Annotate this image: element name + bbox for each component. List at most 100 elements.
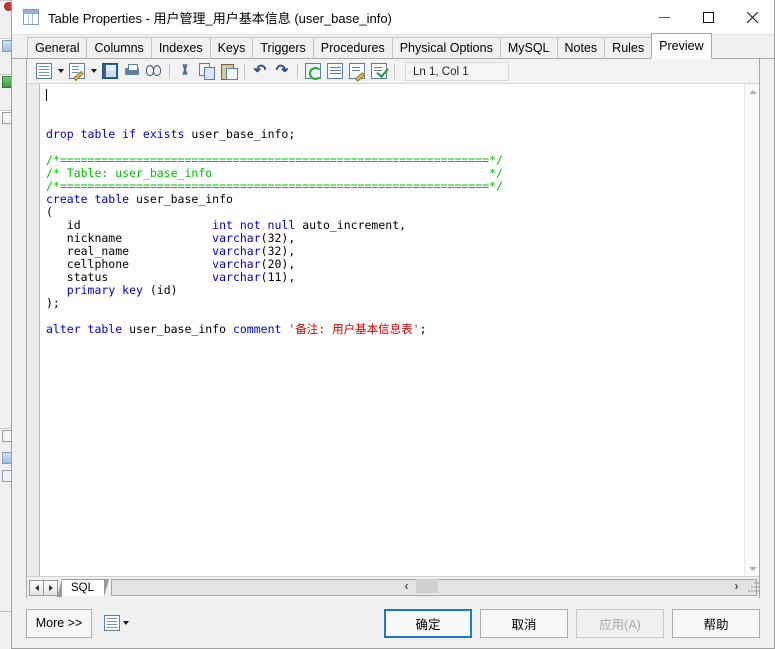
vertical-scrollbar[interactable]	[744, 84, 759, 576]
horizontal-scroll-thumb[interactable]	[416, 579, 438, 593]
sheet-tab-sql[interactable]: SQL	[56, 579, 110, 597]
undo-button[interactable]: ↶	[249, 61, 271, 82]
validate-button[interactable]	[368, 61, 390, 82]
nav-prev-icon	[34, 584, 39, 591]
script-menu-dropdown[interactable]	[120, 613, 131, 634]
code-token: );	[46, 296, 60, 310]
code-token: (20),	[260, 257, 296, 271]
code-line: create table user_base_info	[46, 193, 759, 206]
scroll-down-button[interactable]	[745, 561, 760, 576]
window-title: Table Properties - 用户管理_用户基本信息 (user_bas…	[48, 10, 392, 26]
code-token: ;	[419, 322, 427, 336]
cancel-button[interactable]: 取消	[480, 608, 568, 638]
code-token: status	[46, 270, 213, 284]
sql-editor[interactable]: drop table if exists user_base_info; /*=…	[27, 84, 759, 576]
redo-icon: ↷	[275, 62, 289, 79]
code-line: alter table user_base_info comment '备注: …	[46, 323, 759, 336]
open-document-dropdown[interactable]	[88, 61, 99, 82]
code-token: drop table if exists	[46, 127, 185, 141]
help-button[interactable]: 帮助	[672, 608, 760, 638]
code-token: (id)	[142, 283, 178, 297]
document-edit-icon	[69, 63, 85, 79]
print-icon	[124, 63, 140, 79]
title-bar: Table Properties - 用户管理_用户基本信息 (user_bas…	[12, 0, 774, 35]
scroll-right-icon: ›	[734, 579, 739, 593]
copy-button[interactable]	[196, 61, 218, 82]
cursor-position-indicator: Ln 1, Col 1	[405, 61, 509, 81]
sheet-next-button[interactable]	[43, 579, 58, 596]
scroll-up-button[interactable]	[745, 84, 760, 99]
redo-button[interactable]: ↷	[271, 61, 293, 82]
code-token: (32),	[260, 231, 296, 245]
tab-physical-options[interactable]: Physical Options	[391, 37, 501, 58]
apply-button: 应用(A)	[576, 608, 664, 638]
tab-preview[interactable]: Preview	[651, 33, 712, 59]
minimize-icon	[658, 17, 670, 18]
code-token: cellphone	[46, 257, 213, 271]
close-button[interactable]	[730, 0, 774, 35]
sheet-prev-button[interactable]	[29, 579, 44, 596]
find-button[interactable]	[143, 61, 165, 82]
tab-notes[interactable]: Notes	[556, 37, 606, 58]
edit-script-icon	[349, 63, 365, 79]
tab-columns[interactable]: Columns	[86, 37, 152, 58]
code-token: user_base_info	[122, 322, 233, 336]
minimize-button[interactable]	[642, 0, 686, 35]
maximize-button[interactable]	[686, 0, 730, 35]
scroll-left-button[interactable]: ‹	[398, 578, 415, 595]
new-document-dropdown[interactable]	[55, 61, 66, 82]
tab-rules[interactable]: Rules	[604, 37, 653, 58]
tab-procedures[interactable]: Procedures	[312, 37, 393, 58]
sql-code-text[interactable]: drop table if exists user_base_info; /*=…	[40, 84, 759, 576]
code-line: primary key (id)	[46, 284, 759, 297]
copy-icon	[199, 63, 215, 80]
scroll-down-icon	[748, 566, 757, 571]
editor-toolbar: ↶ ↷ Ln 1, Col 1	[27, 59, 759, 84]
chevron-down-icon	[122, 621, 129, 625]
dialog-actions: 确定 取消 应用(A) 帮助	[384, 608, 760, 638]
tab-keys[interactable]: Keys	[209, 37, 254, 58]
undo-icon: ↶	[253, 62, 267, 79]
refresh-button[interactable]	[302, 61, 324, 82]
cut-scissors-icon	[177, 63, 193, 79]
open-document-button[interactable]	[66, 61, 88, 82]
script-menu-button[interactable]	[104, 613, 131, 634]
tab-indexes[interactable]: Indexes	[150, 37, 211, 58]
editor-gutter	[27, 84, 40, 576]
edit-script-button[interactable]	[346, 61, 368, 82]
paste-icon	[221, 63, 238, 80]
resize-grip[interactable]	[745, 578, 760, 595]
toolbar-separator	[394, 63, 395, 79]
chevron-down-icon	[57, 69, 64, 73]
maximize-icon	[702, 12, 714, 23]
scroll-left-icon: ‹	[404, 579, 409, 593]
cut-button[interactable]	[174, 61, 196, 82]
scroll-right-button[interactable]: ›	[728, 578, 745, 595]
tab-triggers[interactable]: Triggers	[252, 37, 314, 58]
code-token: /*======================================…	[46, 153, 503, 167]
horizontal-scrollbar[interactable]: ‹ ›	[398, 576, 760, 596]
code-token: (32),	[260, 244, 296, 258]
tab-mysql[interactable]: MySQL	[499, 37, 558, 58]
ok-button[interactable]: 确定	[384, 608, 472, 638]
code-token: user_base_info;	[184, 127, 296, 141]
toolbar-separator	[297, 63, 298, 79]
script-icon	[104, 615, 120, 631]
tab-general[interactable]: General	[27, 37, 88, 58]
refresh-icon	[305, 63, 322, 80]
code-line: );	[46, 297, 759, 310]
code-token: int not null	[212, 218, 296, 232]
document-icon	[36, 63, 52, 79]
find-binoculars-icon	[146, 63, 162, 79]
paste-button[interactable]	[218, 61, 240, 82]
nav-next-icon	[48, 584, 53, 591]
scroll-up-icon	[748, 89, 757, 94]
new-document-button[interactable]	[33, 61, 55, 82]
toolbar-separator	[169, 63, 170, 79]
print-button[interactable]	[121, 61, 143, 82]
list-button[interactable]	[324, 61, 346, 82]
save-button[interactable]	[99, 61, 121, 82]
more-button[interactable]: More >>	[26, 608, 92, 638]
code-token: /*======================================…	[46, 179, 503, 193]
